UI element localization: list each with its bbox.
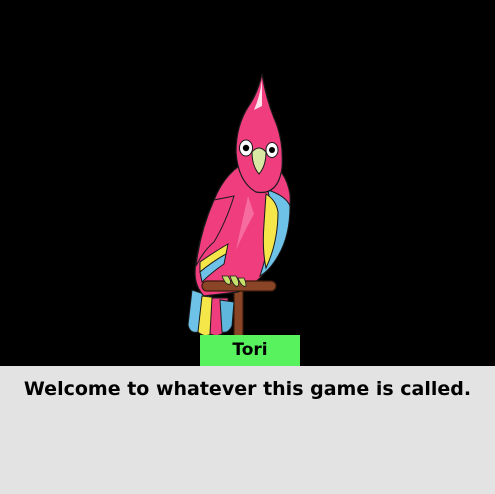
- tail-feathers: [187, 289, 235, 337]
- parrot-head: [235, 73, 283, 194]
- game-scene: Tori: [0, 0, 495, 366]
- perch-post: [233, 287, 244, 339]
- dialogue-text: Welcome to whatever this game is called.: [23, 378, 472, 400]
- parrot-character-sprite: [187, 73, 291, 339]
- dialogue-box[interactable]: Welcome to whatever this game is called.: [0, 366, 495, 494]
- character-nameplate: Tori: [200, 335, 300, 366]
